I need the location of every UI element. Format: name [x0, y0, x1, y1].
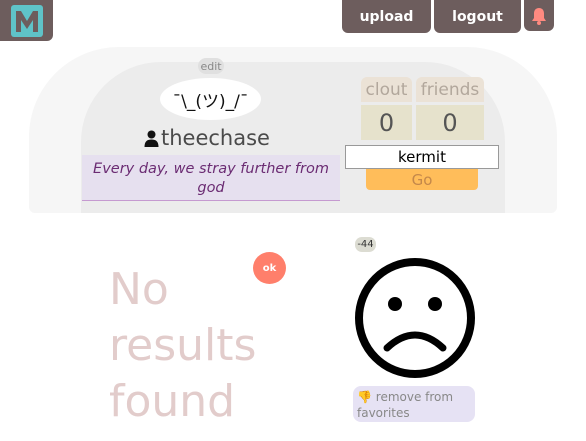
logo[interactable] — [0, 0, 53, 41]
sad-face-icon[interactable] — [353, 256, 477, 380]
remove-from-favorites-button[interactable]: 👎 remove from favorites — [353, 386, 475, 422]
go-button[interactable]: Go — [366, 169, 478, 190]
clout-value: 0 — [361, 105, 412, 140]
score-badge: -44 — [355, 237, 376, 252]
notifications-button[interactable] — [524, 0, 554, 31]
logout-button[interactable]: logout — [434, 0, 521, 33]
user-icon — [144, 130, 159, 147]
username-text: theechase — [161, 126, 270, 150]
bio: Every day, we stray further from god — [82, 155, 340, 201]
username: theechase — [144, 124, 270, 152]
ok-button[interactable]: ok — [253, 252, 286, 284]
logo-icon — [10, 4, 43, 37]
friends-value[interactable]: 0 — [416, 105, 484, 140]
remove-from-favorites-label: remove from favorites — [357, 390, 454, 420]
bell-icon — [532, 7, 546, 25]
clout-label: clout — [361, 77, 412, 102]
search-input[interactable] — [345, 145, 499, 169]
friends-label: friends — [416, 77, 484, 102]
thumbs-down-icon: 👎 — [357, 390, 372, 404]
edit-profile-link[interactable]: edit — [198, 58, 224, 74]
upload-button[interactable]: upload — [342, 0, 431, 33]
no-results-message: No results found — [109, 264, 257, 427]
avatar: ¯\_(ツ)_/¯ — [160, 78, 261, 120]
